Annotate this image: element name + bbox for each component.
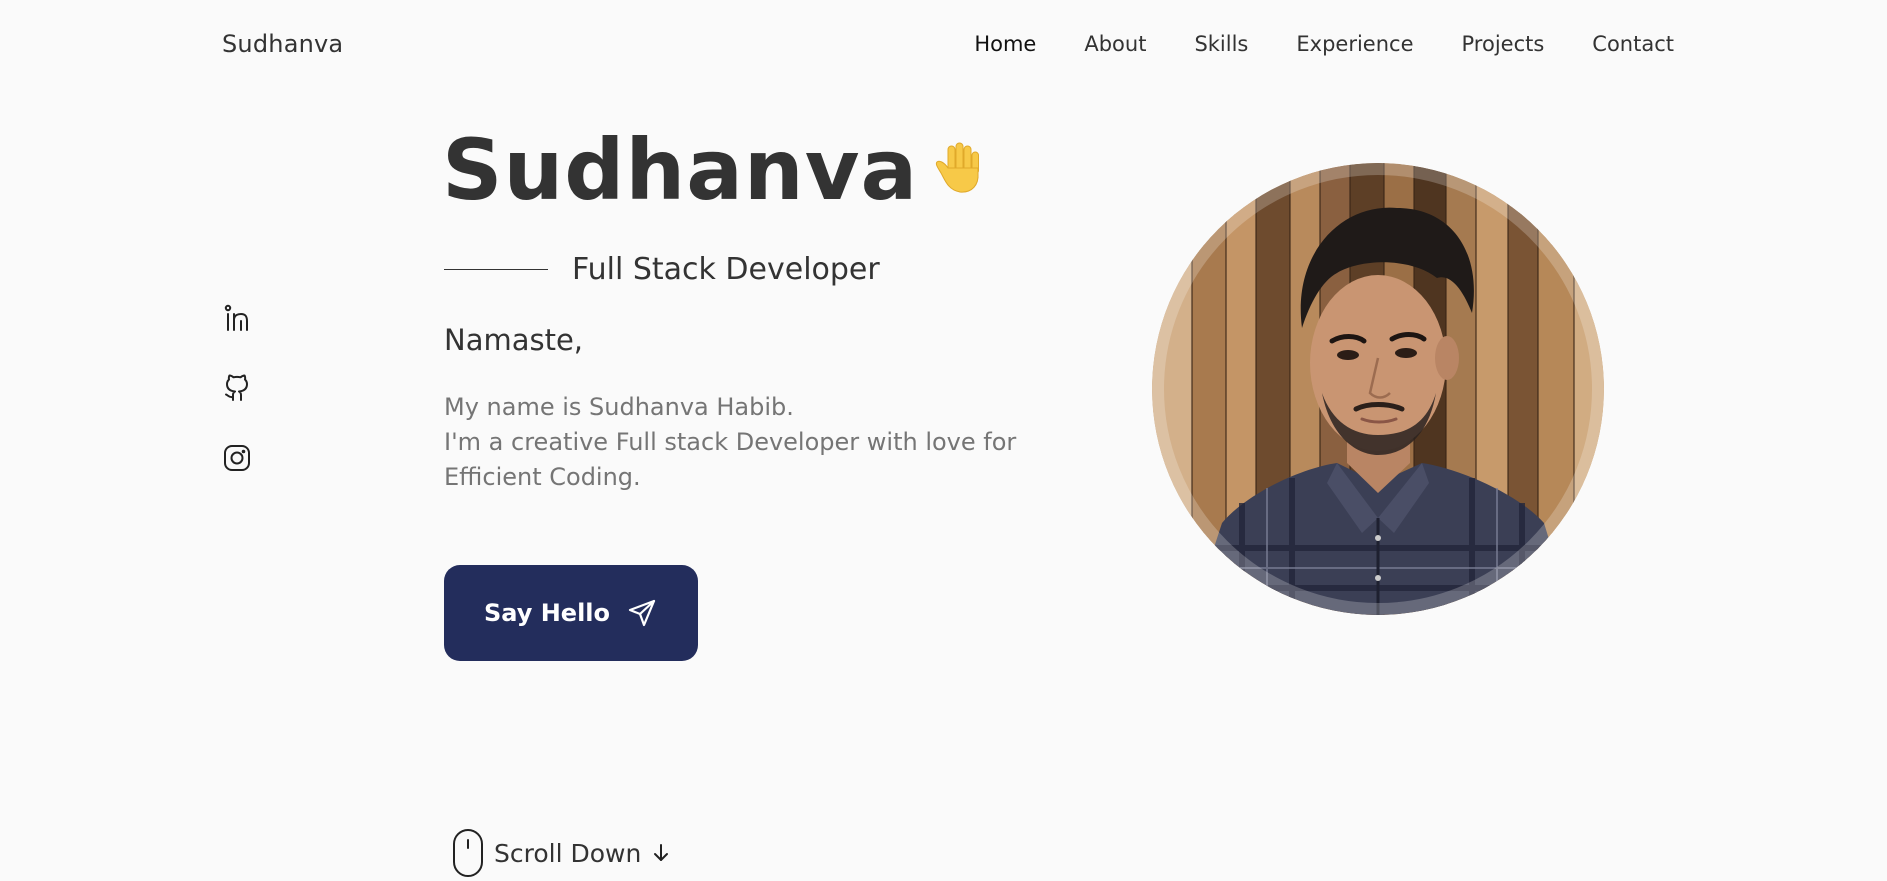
description-line: I'm a creative Full stack Developer with…	[444, 428, 1017, 456]
nav-experience[interactable]: Experience	[1296, 32, 1413, 56]
nav-about[interactable]: About	[1084, 32, 1146, 56]
nav-home[interactable]: Home	[974, 32, 1036, 56]
scroll-down-label: Scroll Down	[494, 838, 642, 868]
send-icon	[626, 597, 658, 629]
mouse-icon	[452, 828, 484, 878]
description-line: Efficient Coding.	[444, 463, 641, 491]
hero-role: Full Stack Developer	[572, 252, 880, 287]
hero-greeting: Namaste,	[444, 323, 584, 357]
description-line: My name is Sudhanva Habib.	[444, 393, 794, 421]
hero-name: Sudhanva	[442, 121, 919, 219]
linkedin-icon[interactable]	[222, 303, 252, 333]
hero-description: My name is Sudhanva Habib. I'm a creativ…	[444, 390, 1024, 495]
arrow-down-icon	[651, 842, 671, 864]
subtitle-divider	[444, 269, 548, 270]
scroll-down-button[interactable]: Scroll Down	[452, 828, 671, 878]
say-hello-label: Say Hello	[483, 599, 611, 627]
waving-hand-icon	[928, 140, 988, 200]
site-header: Sudhanva Home About Skills Experience Pr…	[0, 0, 1887, 90]
instagram-icon[interactable]	[222, 443, 252, 473]
nav-contact[interactable]: Contact	[1592, 32, 1674, 56]
say-hello-button[interactable]: Say Hello	[444, 565, 698, 661]
nav-skills[interactable]: Skills	[1194, 32, 1248, 56]
nav-projects[interactable]: Projects	[1462, 32, 1545, 56]
site-logo[interactable]: Sudhanva	[222, 30, 343, 58]
github-icon[interactable]	[222, 373, 252, 403]
hero-subtitle: Full Stack Developer	[444, 252, 880, 287]
main-nav: Home About Skills Experience Projects Co…	[974, 32, 1674, 56]
hero-title: Sudhanva	[442, 128, 988, 212]
social-links	[222, 303, 252, 473]
profile-photo	[1152, 163, 1604, 615]
